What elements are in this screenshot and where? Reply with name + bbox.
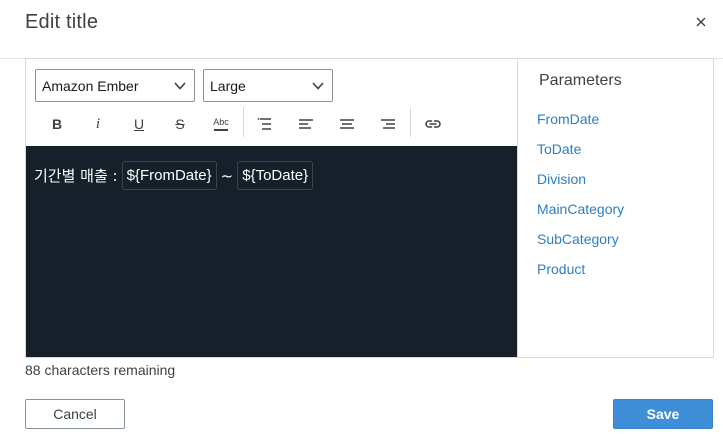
align-left-icon[interactable] [293, 111, 319, 137]
chevron-down-icon [311, 79, 325, 93]
parameters-title: Parameters [539, 72, 622, 89]
toolbar-separator [410, 107, 411, 137]
toolbar-separator [243, 107, 244, 137]
parameter-item-todate[interactable]: ToDate [537, 141, 624, 171]
parameter-item-fromdate[interactable]: FromDate [537, 111, 624, 141]
chevron-down-icon [173, 79, 187, 93]
title-separator: ~ [220, 166, 234, 185]
parameter-item-subcategory[interactable]: SubCategory [537, 231, 624, 261]
title-editor[interactable]: 기간별 매출 : ${FromDate} ~ ${ToDate} [26, 146, 517, 357]
font-size-value: Large [210, 78, 246, 94]
save-button[interactable]: Save [613, 399, 713, 429]
align-center-icon[interactable] [334, 111, 360, 137]
parameter-item-division[interactable]: Division [537, 171, 624, 201]
underline-label: U [133, 116, 145, 132]
font-size-select[interactable]: Large [203, 69, 333, 102]
parameter-token-fromdate[interactable]: ${FromDate} [121, 161, 217, 190]
text-color-icon[interactable]: Abc [208, 111, 234, 137]
parameter-token-todate[interactable]: ${ToDate} [237, 161, 314, 190]
italic-icon[interactable]: i [85, 111, 111, 137]
strikethrough-icon[interactable]: S [167, 111, 193, 137]
bold-label: B [51, 116, 63, 132]
parameters-list: FromDate ToDate Division MainCategory Su… [537, 111, 624, 291]
strikethrough-label: S [175, 116, 185, 132]
title-prefix: 기간별 매출 : [34, 167, 118, 185]
text-color-label: Abc [213, 117, 229, 127]
align-right-icon[interactable] [375, 111, 401, 137]
text-color-bar [214, 129, 228, 131]
close-icon[interactable] [692, 13, 710, 31]
dialog-title: Edit title [25, 11, 99, 33]
parameter-item-maincategory[interactable]: MainCategory [537, 201, 624, 231]
list-icon[interactable] [252, 111, 278, 137]
formatting-toolbar: Amazon Ember Large B i U S Abc [26, 59, 517, 146]
link-icon[interactable] [420, 111, 446, 137]
bold-icon[interactable]: B [44, 111, 70, 137]
font-family-value: Amazon Ember [42, 78, 139, 94]
parameters-panel: Parameters FromDate ToDate Division Main… [517, 59, 713, 357]
parameter-item-product[interactable]: Product [537, 261, 624, 291]
font-family-select[interactable]: Amazon Ember [35, 69, 195, 102]
underline-icon[interactable]: U [126, 111, 152, 137]
cancel-button[interactable]: Cancel [25, 399, 125, 429]
characters-remaining: 88 characters remaining [25, 362, 176, 378]
italic-label: i [95, 115, 101, 132]
editor-line: 기간별 매출 : ${FromDate} ~ ${ToDate} [34, 161, 509, 190]
